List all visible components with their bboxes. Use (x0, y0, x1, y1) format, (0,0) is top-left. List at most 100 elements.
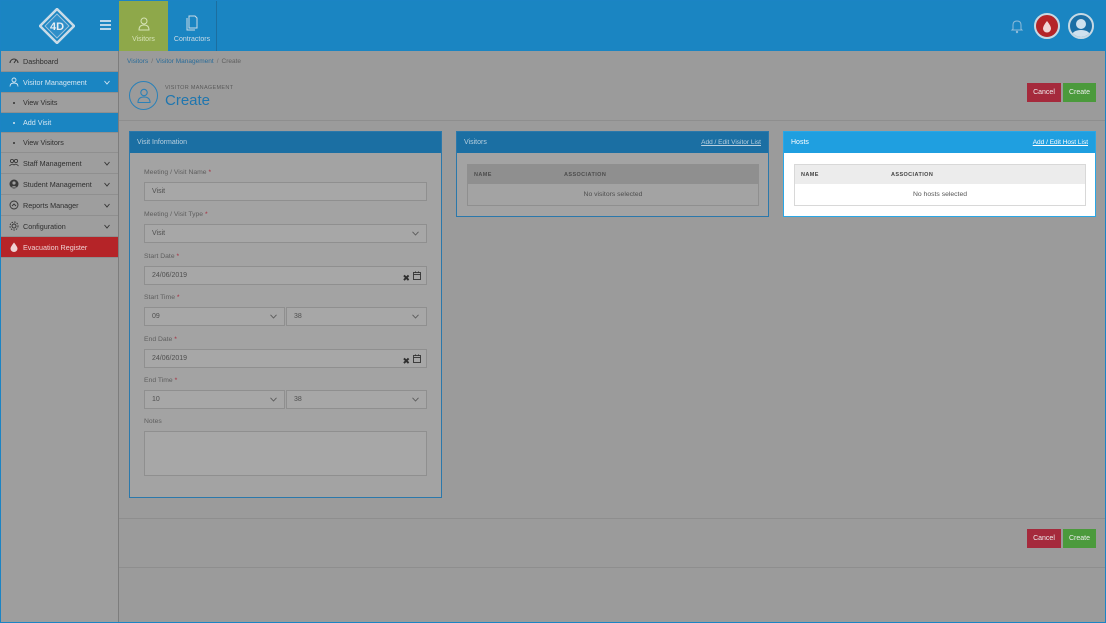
sidebar-item-visitor-management[interactable]: Visitor Management (1, 72, 118, 93)
sidebar-item-staff-management[interactable]: Staff Management (1, 153, 118, 174)
visit-name-label: Meeting / Visit Name * (144, 169, 212, 176)
breadcrumb-visitors[interactable]: Visitors (127, 58, 148, 65)
end-minute-select[interactable]: 38 (286, 390, 427, 409)
visit-information-panel: Visit Information Meeting / Visit Name *… (129, 131, 442, 498)
top-bar: 4D Visitors Contractors (1, 1, 1105, 51)
sidebar: Dashboard Visitor Management View Visits… (1, 51, 119, 622)
student-icon (9, 179, 19, 189)
breadcrumb-current: Create (221, 58, 242, 65)
table-header: NAME ASSOCIATION (468, 165, 758, 184)
end-date-input[interactable]: 24/06/2019 ✖ (144, 349, 427, 368)
create-button[interactable]: Create (1063, 83, 1096, 102)
app-frame: 4D Visitors Contractors Dashboard Visito… (0, 0, 1106, 623)
svg-text:4D: 4D (50, 21, 64, 33)
divider (119, 567, 1105, 568)
hosts-heading: Hosts (791, 139, 809, 146)
chevron-down-icon (104, 182, 110, 187)
chevron-down-icon (412, 397, 419, 402)
clear-icon[interactable]: ✖ (402, 353, 410, 370)
chevron-down-icon (412, 231, 419, 236)
end-hour-value: 10 (152, 396, 160, 403)
sidebar-item-label: Reports Manager (23, 201, 79, 210)
bullet-icon (13, 142, 15, 144)
bell-icon[interactable] (1010, 18, 1024, 34)
menu-toggle-icon[interactable] (100, 20, 111, 30)
visitor-icon (9, 77, 19, 87)
cancel-button[interactable]: Cancel (1027, 83, 1061, 102)
panel-heading: Hosts Add / Edit Host List (784, 132, 1095, 153)
visit-type-value: Visit (152, 230, 166, 237)
visitors-panel: Visitors Add / Edit Visitor List NAME AS… (456, 131, 769, 217)
chevron-down-icon (270, 397, 277, 402)
evacuation-alert-button[interactable] (1034, 13, 1060, 39)
start-hour-value: 09 (152, 313, 160, 320)
main-content: Visitors / Visitor Management / Create VISIT… (119, 51, 1105, 622)
end-time-label: End Time * (144, 377, 178, 384)
start-minute-select[interactable]: 38 (286, 307, 427, 326)
chevron-down-icon (412, 314, 419, 319)
column-header-association[interactable]: ASSOCIATION (891, 172, 933, 178)
sidebar-item-dashboard[interactable]: Dashboard (1, 51, 118, 72)
chevron-down-icon (270, 314, 277, 319)
topnav-contractors-label: Contractors (173, 36, 211, 43)
page-icon (129, 81, 158, 110)
end-date-value: 24/06/2019 (152, 355, 188, 362)
sidebar-item-view-visitors[interactable]: View Visitors (1, 133, 118, 153)
clear-icon[interactable]: ✖ (402, 270, 410, 287)
bullet-icon (13, 102, 15, 104)
start-date-input[interactable]: 24/06/2019 ✖ (144, 266, 427, 285)
breadcrumb: Visitors / Visitor Management / Create (127, 58, 242, 65)
sidebar-item-label: Configuration (23, 222, 66, 231)
start-date-value: 24/06/2019 (152, 272, 188, 279)
calendar-icon[interactable] (413, 271, 421, 280)
sidebar-item-configuration[interactable]: Configuration (1, 216, 118, 237)
empty-message: No visitors selected (583, 191, 643, 198)
calendar-icon[interactable] (413, 354, 421, 363)
column-header-association[interactable]: ASSOCIATION (564, 172, 606, 178)
topnav-contractors[interactable]: Contractors (168, 1, 217, 51)
sidebar-item-label: Staff Management (23, 159, 82, 168)
notes-textarea[interactable] (144, 431, 427, 476)
sidebar-item-evacuation-register[interactable]: Evacuation Register (1, 237, 118, 258)
page-title: Create (165, 92, 211, 109)
4d-logo-icon[interactable]: 4D (39, 8, 75, 44)
chevron-down-icon (104, 203, 110, 208)
user-avatar[interactable] (1068, 13, 1094, 39)
edit-visitor-list-link[interactable]: Add / Edit Visitor List (701, 132, 761, 153)
panel-heading: Visit Information (130, 132, 441, 153)
edit-host-list-link[interactable]: Add / Edit Host List (1033, 132, 1088, 153)
empty-message: No hosts selected (795, 184, 1085, 205)
end-hour-select[interactable]: 10 (144, 390, 285, 409)
sidebar-item-add-visit[interactable]: Add Visit (1, 113, 118, 133)
user-icon (1071, 19, 1091, 37)
topnav-visitors[interactable]: Visitors (119, 1, 168, 51)
cancel-button[interactable]: Cancel (1027, 529, 1061, 548)
start-date-label: Start Date * (144, 253, 180, 260)
chevron-down-icon (104, 161, 110, 166)
sidebar-item-reports-manager[interactable]: Reports Manager (1, 195, 118, 216)
divider (119, 120, 1105, 121)
sidebar-item-label: View Visitors (23, 138, 64, 147)
sidebar-item-student-management[interactable]: Student Management (1, 174, 118, 195)
drop-icon (10, 242, 18, 252)
visit-type-select[interactable]: Visit (144, 224, 427, 243)
column-header-name[interactable]: NAME (801, 172, 819, 178)
gear-icon (9, 221, 19, 231)
create-button[interactable]: Create (1063, 529, 1096, 548)
start-hour-select[interactable]: 09 (144, 307, 285, 326)
visit-type-label: Meeting / Visit Type * (144, 211, 208, 218)
topnav-visitors-label: Visitors (132, 36, 155, 43)
end-date-label: End Date * (144, 336, 177, 343)
breadcrumb-visitor-management[interactable]: Visitor Management (156, 58, 214, 65)
gauge-icon (9, 58, 19, 64)
end-minute-value: 38 (294, 396, 302, 403)
visit-name-input[interactable]: Visit (144, 182, 427, 201)
hosts-table: NAME ASSOCIATION No hosts selected (794, 164, 1086, 206)
drop-icon (1043, 20, 1051, 32)
sidebar-item-label: View Visits (23, 98, 58, 107)
column-header-name[interactable]: NAME (474, 172, 492, 178)
sidebar-item-label: Student Management (23, 180, 92, 189)
sidebar-item-label: Evacuation Register (23, 243, 88, 252)
sidebar-item-view-visits[interactable]: View Visits (1, 93, 118, 113)
divider (119, 518, 1105, 519)
